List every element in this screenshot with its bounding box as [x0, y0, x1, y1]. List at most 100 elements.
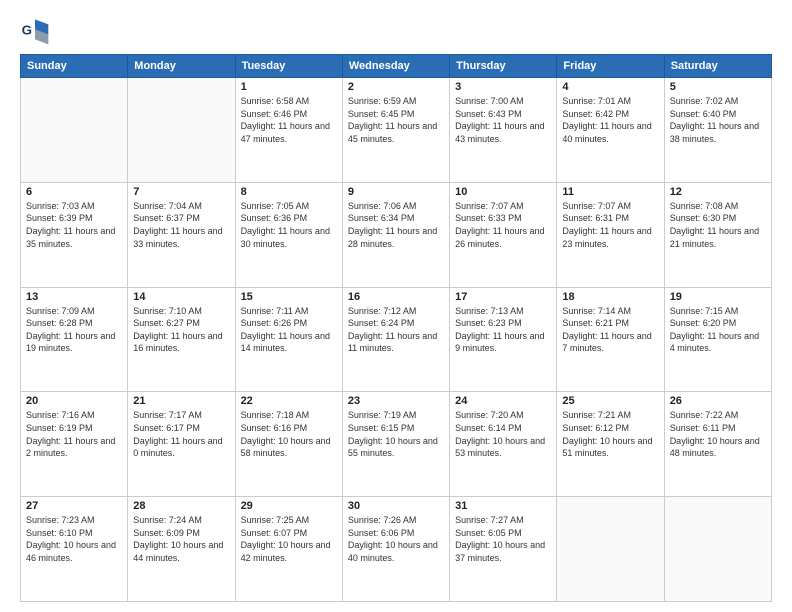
day-detail: Sunrise: 6:58 AM Sunset: 6:46 PM Dayligh… — [241, 95, 337, 145]
day-number: 8 — [241, 186, 337, 198]
calendar-week-3: 20 Sunrise: 7:16 AM Sunset: 6:19 PM Dayli… — [21, 392, 772, 497]
day-number: 16 — [348, 291, 444, 303]
calendar-cell: 6 Sunrise: 7:03 AM Sunset: 6:39 PM Daylig… — [21, 182, 128, 287]
day-number: 22 — [241, 395, 337, 407]
day-detail: Sunrise: 7:10 AM Sunset: 6:27 PM Dayligh… — [133, 305, 229, 355]
day-number: 9 — [348, 186, 444, 198]
calendar-cell: 5 Sunrise: 7:02 AM Sunset: 6:40 PM Daylig… — [664, 78, 771, 183]
day-detail: Sunrise: 7:25 AM Sunset: 6:07 PM Dayligh… — [241, 514, 337, 564]
day-header-sunday: Sunday — [21, 55, 128, 78]
calendar-cell: 12 Sunrise: 7:08 AM Sunset: 6:30 PM Dayli… — [664, 182, 771, 287]
calendar-cell: 19 Sunrise: 7:15 AM Sunset: 6:20 PM Dayli… — [664, 287, 771, 392]
calendar-cell — [664, 497, 771, 602]
logo-icon: G — [20, 16, 50, 46]
day-detail: Sunrise: 7:02 AM Sunset: 6:40 PM Dayligh… — [670, 95, 766, 145]
calendar-cell: 11Sunrise: 7:07 AM Sunset: 6:31 PM Dayli… — [557, 182, 664, 287]
day-detail: Sunrise: 7:07 AM Sunset: 6:31 PM Dayligh… — [562, 200, 658, 250]
calendar-header-row: SundayMondayTuesdayWednesdayThursdayFrid… — [21, 55, 772, 78]
day-detail: Sunrise: 7:17 AM Sunset: 6:17 PM Dayligh… — [133, 409, 229, 459]
day-number: 24 — [455, 395, 551, 407]
day-number: 4 — [562, 81, 658, 93]
day-detail: Sunrise: 7:24 AM Sunset: 6:09 PM Dayligh… — [133, 514, 229, 564]
day-number: 25 — [562, 395, 658, 407]
day-detail: Sunrise: 7:14 AM Sunset: 6:21 PM Dayligh… — [562, 305, 658, 355]
day-detail: Sunrise: 7:12 AM Sunset: 6:24 PM Dayligh… — [348, 305, 444, 355]
day-detail: Sunrise: 7:19 AM Sunset: 6:15 PM Dayligh… — [348, 409, 444, 459]
calendar-cell: 16 Sunrise: 7:12 AM Sunset: 6:24 PM Dayli… — [342, 287, 449, 392]
day-detail: Sunrise: 7:13 AM Sunset: 6:23 PM Dayligh… — [455, 305, 551, 355]
day-number: 20 — [26, 395, 122, 407]
day-header-monday: Monday — [128, 55, 235, 78]
day-detail: Sunrise: 7:20 AM Sunset: 6:14 PM Dayligh… — [455, 409, 551, 459]
day-number: 23 — [348, 395, 444, 407]
calendar-cell: 13Sunrise: 7:09 AM Sunset: 6:28 PM Dayli… — [21, 287, 128, 392]
calendar-cell: 4 Sunrise: 7:01 AM Sunset: 6:42 PM Daylig… — [557, 78, 664, 183]
page: G SundayMondayTuesdayWednesdayThursdayFr… — [0, 0, 792, 612]
calendar-cell: 18Sunrise: 7:14 AM Sunset: 6:21 PM Dayli… — [557, 287, 664, 392]
calendar-week-4: 27 Sunrise: 7:23 AM Sunset: 6:10 PM Dayli… — [21, 497, 772, 602]
calendar-table: SundayMondayTuesdayWednesdayThursdayFrid… — [20, 54, 772, 602]
day-number: 5 — [670, 81, 766, 93]
day-detail: Sunrise: 7:06 AM Sunset: 6:34 PM Dayligh… — [348, 200, 444, 250]
calendar-cell: 23 Sunrise: 7:19 AM Sunset: 6:15 PM Dayli… — [342, 392, 449, 497]
day-number: 2 — [348, 81, 444, 93]
calendar-cell: 26 Sunrise: 7:22 AM Sunset: 6:11 PM Dayli… — [664, 392, 771, 497]
day-header-wednesday: Wednesday — [342, 55, 449, 78]
calendar-cell: 7 Sunrise: 7:04 AM Sunset: 6:37 PM Daylig… — [128, 182, 235, 287]
day-detail: Sunrise: 7:26 AM Sunset: 6:06 PM Dayligh… — [348, 514, 444, 564]
day-detail: Sunrise: 7:27 AM Sunset: 6:05 PM Dayligh… — [455, 514, 551, 564]
calendar-cell: 10 Sunrise: 7:07 AM Sunset: 6:33 PM Dayli… — [450, 182, 557, 287]
day-detail: Sunrise: 7:01 AM Sunset: 6:42 PM Dayligh… — [562, 95, 658, 145]
day-detail: Sunrise: 7:09 AM Sunset: 6:28 PM Dayligh… — [26, 305, 122, 355]
svg-text:G: G — [22, 22, 32, 37]
day-detail: Sunrise: 7:21 AM Sunset: 6:12 PM Dayligh… — [562, 409, 658, 459]
day-detail: Sunrise: 7:03 AM Sunset: 6:39 PM Dayligh… — [26, 200, 122, 250]
day-number: 3 — [455, 81, 551, 93]
calendar-cell: 24 Sunrise: 7:20 AM Sunset: 6:14 PM Dayli… — [450, 392, 557, 497]
day-number: 21 — [133, 395, 229, 407]
calendar-cell: 25 Sunrise: 7:21 AM Sunset: 6:12 PM Dayli… — [557, 392, 664, 497]
calendar-cell: 3Sunrise: 7:00 AM Sunset: 6:43 PM Daylig… — [450, 78, 557, 183]
day-number: 19 — [670, 291, 766, 303]
day-detail: Sunrise: 7:16 AM Sunset: 6:19 PM Dayligh… — [26, 409, 122, 459]
calendar-cell: 8 Sunrise: 7:05 AM Sunset: 6:36 PM Daylig… — [235, 182, 342, 287]
day-detail: Sunrise: 7:22 AM Sunset: 6:11 PM Dayligh… — [670, 409, 766, 459]
day-number: 27 — [26, 500, 122, 512]
day-detail: Sunrise: 7:08 AM Sunset: 6:30 PM Dayligh… — [670, 200, 766, 250]
calendar-cell — [557, 497, 664, 602]
day-header-tuesday: Tuesday — [235, 55, 342, 78]
day-detail: Sunrise: 7:04 AM Sunset: 6:37 PM Dayligh… — [133, 200, 229, 250]
day-detail: Sunrise: 7:11 AM Sunset: 6:26 PM Dayligh… — [241, 305, 337, 355]
calendar-week-0: 1 Sunrise: 6:58 AM Sunset: 6:46 PM Daylig… — [21, 78, 772, 183]
calendar-week-1: 6 Sunrise: 7:03 AM Sunset: 6:39 PM Daylig… — [21, 182, 772, 287]
calendar-cell: 20 Sunrise: 7:16 AM Sunset: 6:19 PM Dayli… — [21, 392, 128, 497]
day-detail: Sunrise: 7:18 AM Sunset: 6:16 PM Dayligh… — [241, 409, 337, 459]
calendar-cell: 29Sunrise: 7:25 AM Sunset: 6:07 PM Dayli… — [235, 497, 342, 602]
calendar-cell: 17Sunrise: 7:13 AM Sunset: 6:23 PM Dayli… — [450, 287, 557, 392]
day-detail: Sunrise: 7:05 AM Sunset: 6:36 PM Dayligh… — [241, 200, 337, 250]
day-number: 12 — [670, 186, 766, 198]
day-detail: Sunrise: 7:23 AM Sunset: 6:10 PM Dayligh… — [26, 514, 122, 564]
day-detail: Sunrise: 7:15 AM Sunset: 6:20 PM Dayligh… — [670, 305, 766, 355]
calendar-cell: 1 Sunrise: 6:58 AM Sunset: 6:46 PM Daylig… — [235, 78, 342, 183]
calendar-cell: 15Sunrise: 7:11 AM Sunset: 6:26 PM Dayli… — [235, 287, 342, 392]
day-number: 6 — [26, 186, 122, 198]
calendar-cell: 28 Sunrise: 7:24 AM Sunset: 6:09 PM Dayli… — [128, 497, 235, 602]
calendar-cell: 22 Sunrise: 7:18 AM Sunset: 6:16 PM Dayli… — [235, 392, 342, 497]
calendar-cell — [21, 78, 128, 183]
day-header-thursday: Thursday — [450, 55, 557, 78]
day-number: 7 — [133, 186, 229, 198]
day-number: 28 — [133, 500, 229, 512]
day-number: 26 — [670, 395, 766, 407]
day-number: 10 — [455, 186, 551, 198]
calendar-cell: 21 Sunrise: 7:17 AM Sunset: 6:17 PM Dayli… — [128, 392, 235, 497]
day-number: 31 — [455, 500, 551, 512]
day-number: 1 — [241, 81, 337, 93]
calendar-cell: 27 Sunrise: 7:23 AM Sunset: 6:10 PM Dayli… — [21, 497, 128, 602]
day-detail: Sunrise: 7:07 AM Sunset: 6:33 PM Dayligh… — [455, 200, 551, 250]
calendar-cell: 31 Sunrise: 7:27 AM Sunset: 6:05 PM Dayli… — [450, 497, 557, 602]
day-header-saturday: Saturday — [664, 55, 771, 78]
calendar-cell: 30Sunrise: 7:26 AM Sunset: 6:06 PM Dayli… — [342, 497, 449, 602]
calendar-cell: 2 Sunrise: 6:59 AM Sunset: 6:45 PM Daylig… — [342, 78, 449, 183]
day-detail: Sunrise: 6:59 AM Sunset: 6:45 PM Dayligh… — [348, 95, 444, 145]
